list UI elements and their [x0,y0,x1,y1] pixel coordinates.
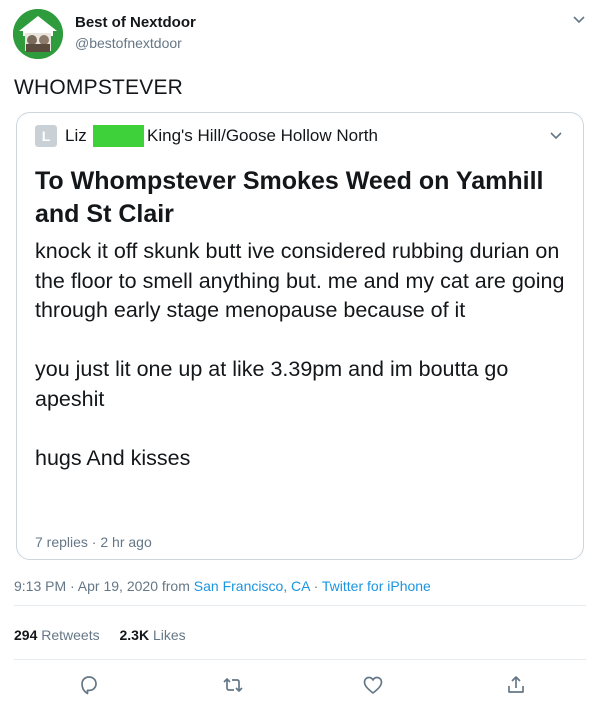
divider [14,605,586,606]
timestamp-separator: · [309,578,322,594]
quoted-avatar: L [35,125,57,147]
likes-stat[interactable]: 2.3K Likes [120,627,186,643]
user-handle[interactable]: @bestofnextdoor [75,35,182,51]
tweet-timestamp: 9:13 PM · Apr 19, 2020 from San Francisc… [14,578,431,594]
source-link[interactable]: Twitter for iPhone [322,578,431,594]
chevron-down-icon[interactable] [547,127,565,145]
retweet-button[interactable] [222,674,244,696]
quoted-post-body: knock it off skunk butt ive considered r… [35,237,565,473]
timestamp-time[interactable]: 9:13 PM · Apr 19, 2020 from [14,578,194,594]
display-name[interactable]: Best of Nextdoor [75,14,196,31]
quoted-post-title: To Whompstever Smokes Weed on Yamhill an… [35,167,544,228]
tweet-text: WHOMPSTEVER [14,76,184,99]
quoted-post-header: L Liz King's Hill/Goose Hollow North [35,125,565,147]
reply-icon [81,676,97,695]
tweet-actions [0,674,600,700]
share-icon [508,676,524,693]
retweets-label: Retweets [41,627,100,643]
share-button[interactable] [505,674,527,696]
quoted-paragraph: knock it off skunk butt ive considered r… [35,239,565,322]
reply-button[interactable] [78,674,100,696]
name-redaction-block [93,125,144,147]
like-icon [363,676,383,694]
retweets-stat[interactable]: 294 Retweets [14,627,100,643]
quoted-paragraph: hugs And kisses [35,445,191,470]
avatar[interactable] [13,9,63,59]
tweet-stats: 294 Retweets 2.3K Likes [14,627,202,643]
nextdoor-logo-icon [13,9,63,59]
likes-label: Likes [152,627,186,643]
like-button[interactable] [362,674,384,696]
retweet-icon [223,678,243,692]
location-link[interactable]: San Francisco, CA [194,578,310,594]
quoted-post-card[interactable]: L Liz King's Hill/Goose Hollow North To … [16,112,584,560]
likes-count: 2.3K [119,627,150,643]
chevron-down-icon[interactable] [570,11,588,29]
divider [14,659,586,660]
quoted-paragraph: you just lit one up at like 3.39pm and i… [35,357,509,411]
quoted-author-name: Liz [65,126,87,145]
tweet-header: Best of Nextdoor @bestofnextdoor [13,9,588,59]
quoted-post-meta: 7 replies · 2 hr ago [35,534,152,550]
retweets-count: 294 [14,627,38,643]
quoted-location: King's Hill/Goose Hollow North [147,126,378,145]
